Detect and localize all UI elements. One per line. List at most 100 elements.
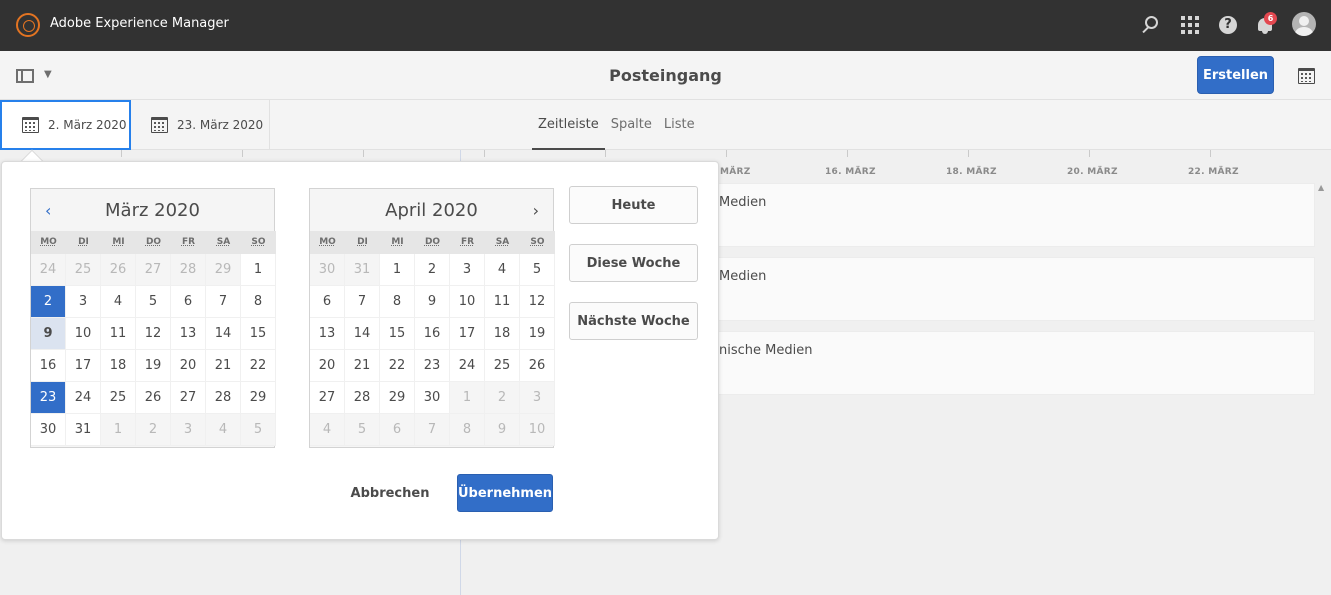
calendar-icon[interactable] (1298, 68, 1315, 84)
calendar-day[interactable]: 2 (415, 254, 450, 286)
calendar-day[interactable]: 9 (31, 318, 66, 350)
calendar-day[interactable]: 16 (31, 350, 66, 382)
apply-button[interactable]: Übernehmen (457, 474, 553, 512)
apps-grid-icon[interactable] (1179, 14, 1201, 36)
user-avatar[interactable] (1292, 12, 1316, 36)
search-icon[interactable] (1140, 14, 1162, 36)
calendar-day[interactable]: 7 (415, 414, 450, 446)
next-month-icon[interactable]: › (533, 201, 539, 220)
help-icon[interactable]: ? (1217, 14, 1239, 36)
calendar-day[interactable]: 3 (171, 414, 206, 446)
calendar-day[interactable]: 29 (206, 254, 241, 286)
calendar-day[interactable]: 24 (450, 350, 485, 382)
calendar-day[interactable]: 1 (450, 382, 485, 414)
calendar-day[interactable]: 26 (101, 254, 136, 286)
calendar-day[interactable]: 13 (171, 318, 206, 350)
next-week-button[interactable]: Nächste Woche (569, 302, 698, 340)
calendar-day[interactable]: 24 (31, 254, 66, 286)
this-week-button[interactable]: Diese Woche (569, 244, 698, 282)
calendar-day[interactable]: 14 (206, 318, 241, 350)
calendar-day[interactable]: 10 (450, 286, 485, 318)
tab-list[interactable]: Liste (658, 100, 701, 150)
calendar-day[interactable]: 25 (66, 254, 101, 286)
calendar-day[interactable]: 14 (345, 318, 380, 350)
calendar-day[interactable]: 20 (310, 350, 345, 382)
calendar-day[interactable]: 12 (520, 286, 555, 318)
calendar-day[interactable]: 7 (345, 286, 380, 318)
calendar-day[interactable]: 23 (31, 382, 66, 414)
calendar-day[interactable]: 15 (380, 318, 415, 350)
calendar-day[interactable]: 8 (450, 414, 485, 446)
calendar-day[interactable]: 12 (136, 318, 171, 350)
calendar-day[interactable]: 8 (380, 286, 415, 318)
calendar-day[interactable]: 17 (450, 318, 485, 350)
calendar-day[interactable]: 4 (206, 414, 241, 446)
calendar-day[interactable]: 21 (345, 350, 380, 382)
calendar-day[interactable]: 4 (310, 414, 345, 446)
create-button[interactable]: Erstellen (1197, 56, 1274, 94)
calendar-day[interactable]: 3 (520, 382, 555, 414)
timeline-row[interactable]: Medien (700, 183, 1315, 247)
calendar-day[interactable]: 9 (415, 286, 450, 318)
calendar-day[interactable]: 20 (171, 350, 206, 382)
calendar-day[interactable]: 11 (485, 286, 520, 318)
tab-timeline[interactable]: Zeitleiste (532, 100, 605, 150)
calendar-day[interactable]: 1 (380, 254, 415, 286)
calendar-day[interactable]: 19 (520, 318, 555, 350)
calendar-day[interactable]: 5 (520, 254, 555, 286)
end-date-field[interactable]: 23. März 2020 (131, 100, 270, 150)
calendar-day[interactable]: 2 (31, 286, 66, 318)
calendar-day[interactable]: 30 (310, 254, 345, 286)
calendar-day[interactable]: 25 (485, 350, 520, 382)
calendar-day[interactable]: 4 (485, 254, 520, 286)
calendar-day[interactable]: 29 (241, 382, 276, 414)
app-title[interactable]: Adobe Experience Manager (50, 16, 229, 31)
calendar-day[interactable]: 29 (380, 382, 415, 414)
calendar-day[interactable]: 2 (485, 382, 520, 414)
previous-month-icon[interactable]: ‹ (45, 201, 51, 220)
calendar-day[interactable]: 6 (310, 286, 345, 318)
timeline-row[interactable]: nische Medien (700, 331, 1315, 395)
calendar-day[interactable]: 21 (206, 350, 241, 382)
calendar-day[interactable]: 28 (171, 254, 206, 286)
calendar-day[interactable]: 10 (66, 318, 101, 350)
calendar-day[interactable]: 15 (241, 318, 276, 350)
calendar-day[interactable]: 25 (101, 382, 136, 414)
calendar-day[interactable]: 19 (136, 350, 171, 382)
calendar-day[interactable]: 28 (345, 382, 380, 414)
today-button[interactable]: Heute (569, 186, 698, 224)
calendar-day[interactable]: 2 (136, 414, 171, 446)
calendar-day[interactable]: 1 (101, 414, 136, 446)
calendar-day[interactable]: 13 (310, 318, 345, 350)
calendar-day[interactable]: 1 (241, 254, 276, 286)
aem-logo-icon[interactable] (16, 13, 40, 37)
calendar-day[interactable]: 3 (450, 254, 485, 286)
calendar-day[interactable]: 6 (380, 414, 415, 446)
calendar-day[interactable]: 10 (520, 414, 555, 446)
calendar-day[interactable]: 5 (136, 286, 171, 318)
calendar-day[interactable]: 28 (206, 382, 241, 414)
scroll-up-icon[interactable]: ▲ (1318, 183, 1324, 192)
calendar-day[interactable]: 18 (101, 350, 136, 382)
cancel-button[interactable]: Abbrechen (346, 474, 434, 512)
calendar-day[interactable]: 5 (241, 414, 276, 446)
calendar-day[interactable]: 22 (241, 350, 276, 382)
calendar-day[interactable]: 27 (136, 254, 171, 286)
calendar-day[interactable]: 5 (345, 414, 380, 446)
calendar-day[interactable]: 23 (415, 350, 450, 382)
calendar-day[interactable]: 9 (485, 414, 520, 446)
calendar-day[interactable]: 3 (66, 286, 101, 318)
calendar-day[interactable]: 26 (136, 382, 171, 414)
start-date-field[interactable]: 2. März 2020 (0, 100, 131, 150)
calendar-day[interactable]: 30 (31, 414, 66, 446)
tab-column[interactable]: Spalte (605, 100, 658, 150)
calendar-day[interactable]: 16 (415, 318, 450, 350)
calendar-day[interactable]: 31 (345, 254, 380, 286)
calendar-day[interactable]: 7 (206, 286, 241, 318)
timeline-row[interactable]: Medien (700, 257, 1315, 321)
calendar-day[interactable]: 4 (101, 286, 136, 318)
calendar-day[interactable]: 31 (66, 414, 101, 446)
calendar-day[interactable]: 18 (485, 318, 520, 350)
calendar-day[interactable]: 24 (66, 382, 101, 414)
calendar-day[interactable]: 17 (66, 350, 101, 382)
